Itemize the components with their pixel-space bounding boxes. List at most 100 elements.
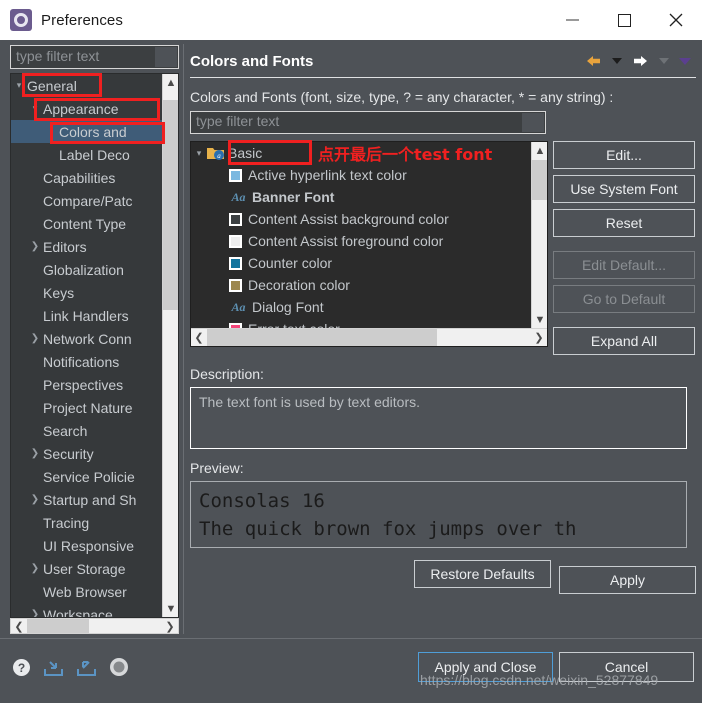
sidebar-item-compare-patc[interactable]: Compare/Patc	[11, 189, 162, 212]
pane-nav-icons	[580, 54, 696, 68]
edit-default-button: Edit Default...	[553, 251, 695, 279]
scroll-down-icon[interactable]: ▼	[163, 600, 178, 617]
sidebar-item-content-type[interactable]: Content Type	[11, 212, 162, 235]
sidebar-item-globalization[interactable]: Globalization	[11, 258, 162, 281]
chevron-right-icon[interactable]: ❯	[27, 609, 43, 617]
colors-tree-row[interactable]: Active hyperlink text color	[191, 164, 531, 186]
colors-fonts-tree[interactable]: ▾ a Basic Active hyperlink text color Aa Bann…	[190, 141, 548, 347]
sidebar-item-perspectives[interactable]: Perspectives	[11, 373, 162, 396]
colors-tree-horizontal-scrollbar[interactable]: ❮ ❯	[191, 328, 547, 346]
maximize-icon[interactable]	[598, 0, 650, 40]
scroll-left-icon[interactable]: ❮	[11, 619, 27, 633]
sidebar-item-link-handlers[interactable]: Link Handlers	[11, 304, 162, 327]
footer-icon-group: ?	[12, 657, 129, 682]
color-swatch	[229, 278, 242, 292]
description-label: Description:	[190, 366, 264, 382]
reset-button[interactable]: Reset	[553, 209, 695, 237]
export-icon[interactable]	[76, 658, 97, 682]
scroll-right-icon[interactable]: ❯	[531, 329, 547, 346]
import-icon[interactable]	[43, 658, 64, 682]
expand-all-button[interactable]: Expand All	[553, 327, 695, 355]
sidebar-item-colors-and[interactable]: Colors and	[11, 120, 162, 143]
sidebar-tree[interactable]: ▾ General ▾ Appearance Colors and Label Deco C…	[10, 73, 179, 618]
colors-filter-clear[interactable]	[522, 113, 544, 132]
sidebar-item-startup-and-sh[interactable]: ❯ Startup and Sh	[11, 488, 162, 511]
sidebar-item-security[interactable]: ❯ Security	[11, 442, 162, 465]
chevron-down-icon[interactable]: ▾	[27, 103, 43, 114]
sidebar-item-capabilities[interactable]: Capabilities	[11, 166, 162, 189]
sidebar-item-label: Content Type	[43, 215, 127, 232]
sidebar-filter-clear[interactable]	[155, 47, 177, 67]
chevron-right-icon[interactable]: ❯	[27, 241, 43, 252]
restore-defaults-button[interactable]: Restore Defaults	[414, 560, 551, 588]
sidebar-item-workspace[interactable]: ❯ Workspace	[11, 603, 162, 618]
settings-circle-icon[interactable]	[109, 657, 129, 682]
go-to-default-button: Go to Default	[553, 285, 695, 313]
sidebar-item-user-storage[interactable]: ❯ User Storage	[11, 557, 162, 580]
back-dropdown-icon[interactable]	[607, 57, 627, 65]
watermark: https://blog.csdn.net/weixin_52877849	[420, 672, 659, 688]
sidebar-item-notifications[interactable]: Notifications	[11, 350, 162, 373]
sidebar-item-search[interactable]: Search	[11, 419, 162, 442]
scrollbar-thumb[interactable]	[532, 160, 547, 200]
chevron-right-icon[interactable]: ❯	[27, 333, 43, 344]
view-menu-icon[interactable]	[674, 57, 696, 66]
scroll-down-icon[interactable]: ▼	[532, 311, 547, 328]
sidebar-item-network-conn[interactable]: ❯ Network Conn	[11, 327, 162, 350]
sidebar-item-keys[interactable]: Keys	[11, 281, 162, 304]
scroll-up-icon[interactable]: ▲	[163, 74, 178, 91]
sidebar-item-label: User Storage	[43, 560, 126, 577]
sidebar-item-label: Network Conn	[43, 330, 132, 347]
colors-tree-vertical-scrollbar[interactable]: ▲ ▼	[531, 142, 547, 328]
sidebar-item-label: UI Responsive	[43, 537, 135, 554]
sidebar-horizontal-scrollbar[interactable]: ❮ ❯	[10, 618, 179, 634]
scrollbar-thumb[interactable]	[207, 329, 437, 346]
sidebar-item-appearance[interactable]: ▾ Appearance	[11, 97, 162, 120]
scrollbar-thumb[interactable]	[163, 100, 178, 310]
colors-filter-input[interactable]: type filter text	[190, 111, 546, 134]
back-arrow-icon[interactable]	[580, 54, 607, 68]
edit-button[interactable]: Edit...	[553, 141, 695, 169]
colors-tree-row[interactable]: Error text color	[191, 318, 531, 328]
sidebar-item-label: Compare/Patc	[43, 192, 133, 209]
sidebar-item-ui-responsive[interactable]: UI Responsive	[11, 534, 162, 557]
colors-tree-row[interactable]: Aa Banner Font	[191, 186, 531, 208]
sidebar-item-label: Editors	[43, 238, 87, 255]
sidebar-item-service-policie[interactable]: Service Policie	[11, 465, 162, 488]
sidebar-item-tracing[interactable]: Tracing	[11, 511, 162, 534]
colors-tree-row[interactable]: Content Assist background color	[191, 208, 531, 230]
apply-button[interactable]: Apply	[559, 566, 696, 594]
chevron-right-icon[interactable]: ❯	[27, 448, 43, 459]
tree-and-buttons: ▾ a Basic Active hyperlink text color Aa Bann…	[190, 141, 696, 355]
minimize-icon[interactable]	[546, 0, 598, 40]
sidebar-item-editors[interactable]: ❯ Editors	[11, 235, 162, 258]
chevron-down-icon[interactable]: ▾	[11, 80, 27, 91]
pane-header: Colors and Fonts	[190, 46, 696, 76]
scroll-left-icon[interactable]: ❮	[191, 329, 207, 346]
sidebar-item-label: Security	[43, 445, 94, 462]
sidebar-item-project-nature[interactable]: Project Nature	[11, 396, 162, 419]
chevron-down-icon[interactable]: ▾	[191, 148, 207, 159]
sidebar-item-label: Capabilities	[43, 169, 116, 186]
sidebar-vertical-scrollbar[interactable]: ▲ ▼	[162, 74, 178, 617]
colors-tree-row-label: Active hyperlink text color	[248, 167, 407, 183]
colors-tree-row[interactable]: Content Assist foreground color	[191, 230, 531, 252]
colors-tree-row[interactable]: Aa Dialog Font	[191, 296, 531, 318]
colors-tree-row[interactable]: Decoration color	[191, 274, 531, 296]
scroll-right-icon[interactable]: ❯	[162, 619, 178, 633]
colors-tree-row-label: Decoration color	[248, 277, 350, 293]
colors-tree-row[interactable]: Counter color	[191, 252, 531, 274]
chevron-right-icon[interactable]: ❯	[27, 563, 43, 574]
close-icon[interactable]	[650, 0, 702, 40]
sidebar-item-general[interactable]: ▾ General	[11, 74, 162, 97]
chevron-right-icon[interactable]: ❯	[27, 494, 43, 505]
help-icon[interactable]: ?	[12, 658, 31, 682]
scrollbar-thumb[interactable]	[27, 619, 89, 633]
sidebar-item-label-deco[interactable]: Label Deco	[11, 143, 162, 166]
forward-arrow-icon[interactable]	[627, 54, 654, 68]
scroll-up-icon[interactable]: ▲	[532, 142, 547, 159]
sidebar-item-web-browser[interactable]: Web Browser	[11, 580, 162, 603]
use-system-font-button[interactable]: Use System Font	[553, 175, 695, 203]
sidebar-item-label: General	[27, 77, 77, 94]
sidebar-filter-input[interactable]: type filter text	[10, 45, 179, 69]
